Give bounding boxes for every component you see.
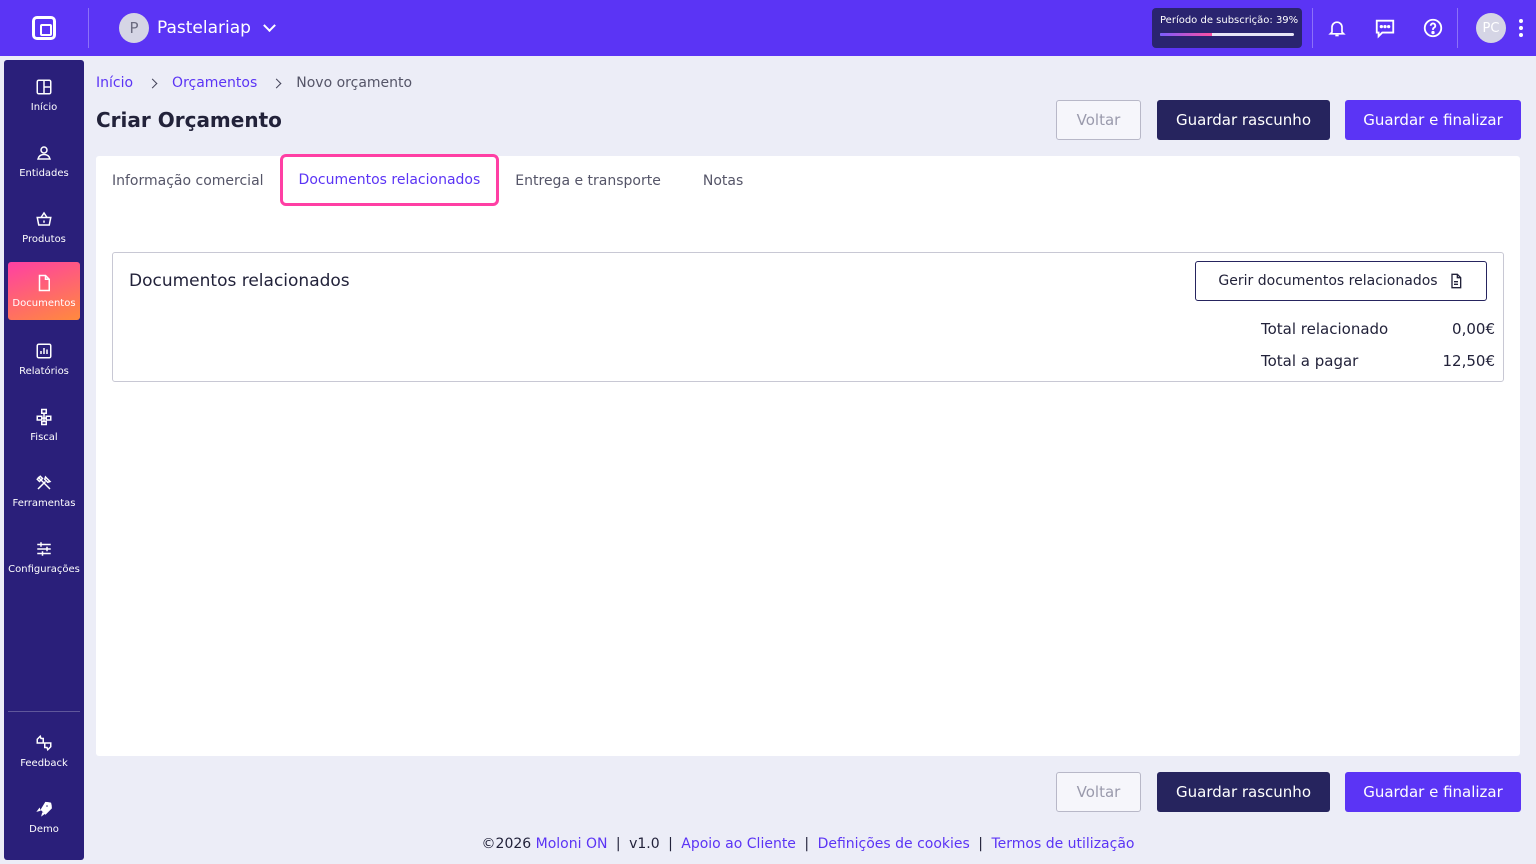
sidebar-item-label: Configurações bbox=[8, 563, 80, 575]
sidebar-item-label: Entidades bbox=[19, 167, 69, 179]
chevron-down-icon bbox=[263, 18, 276, 32]
bell-icon[interactable] bbox=[1313, 0, 1361, 56]
total-to-pay-label: Total a pagar bbox=[1261, 352, 1359, 370]
chart-icon bbox=[36, 343, 52, 358]
rocket-icon bbox=[36, 801, 52, 817]
sidebar-item-label: Documentos bbox=[12, 297, 76, 309]
sliders-icon bbox=[37, 541, 51, 556]
total-related-label: Total relacionado bbox=[1261, 320, 1389, 338]
grid-icon bbox=[36, 79, 52, 94]
breadcrumb-home[interactable]: Início bbox=[96, 75, 133, 91]
footer-separator: | bbox=[615, 836, 621, 852]
kebab-menu-icon[interactable] bbox=[1506, 0, 1536, 56]
save-draft-button[interactable]: Guardar rascunho bbox=[1157, 100, 1330, 140]
sidebar-divider bbox=[8, 711, 80, 712]
sidebar-item-entidades[interactable]: Entidades bbox=[8, 132, 80, 190]
sidebar-item-configuracoes[interactable]: Configurações bbox=[8, 528, 80, 586]
subscription-progress-bar bbox=[1160, 33, 1294, 36]
footer-brand-link[interactable]: Moloni ON bbox=[536, 836, 608, 852]
user-avatar[interactable]: PC bbox=[1476, 13, 1506, 43]
company-avatar: P bbox=[119, 13, 149, 43]
tools-icon bbox=[36, 474, 52, 490]
main-card: Informação comercial Documentos relacion… bbox=[96, 154, 1520, 756]
tab-bar: Informação comercial Documentos relacion… bbox=[96, 154, 759, 206]
save-finalize-button[interactable]: Guardar e finalizar bbox=[1345, 100, 1521, 140]
sidebar-item-label: Fiscal bbox=[30, 431, 58, 443]
chevron-right-icon bbox=[271, 78, 282, 88]
sidebar-item-fiscal[interactable]: Fiscal bbox=[8, 396, 80, 454]
subscription-label: Período de subscrição: 39% bbox=[1160, 15, 1299, 26]
sidebar-item-feedback[interactable]: Feedback bbox=[8, 722, 80, 780]
user-icon bbox=[37, 145, 51, 160]
sidebar-item-produtos[interactable]: Produtos bbox=[8, 198, 80, 256]
manage-button-label: Gerir documentos relacionados bbox=[1218, 273, 1438, 289]
chat-icon[interactable] bbox=[1361, 0, 1409, 56]
sidebar-item-label: Feedback bbox=[20, 757, 68, 769]
file-text-icon bbox=[1450, 273, 1461, 289]
subscription-progress-fill bbox=[1160, 33, 1213, 36]
total-related-value: 0,00€ bbox=[1452, 320, 1495, 338]
footer: ©2026 Moloni ON | v1.0 | Apoio ao Client… bbox=[80, 836, 1536, 852]
sidebar-item-label: Relatórios bbox=[19, 365, 69, 377]
sidebar-item-documentos[interactable]: Documentos bbox=[8, 262, 80, 320]
breadcrumb-current: Novo orçamento bbox=[296, 75, 413, 91]
top-bar: P Pastelariap Período de subscrição: 39%… bbox=[0, 0, 1536, 56]
back-button-bottom[interactable]: Voltar bbox=[1056, 772, 1141, 812]
total-to-pay-value: 12,50€ bbox=[1442, 352, 1496, 370]
company-name: Pastelariap bbox=[157, 18, 251, 38]
subscription-period[interactable]: Período de subscrição: 39% bbox=[1152, 8, 1302, 48]
footer-cookies-link[interactable]: Definições de cookies bbox=[818, 836, 970, 852]
moloni-logo-icon[interactable] bbox=[0, 0, 88, 56]
related-documents-title: Documentos relacionados bbox=[129, 271, 350, 291]
tab-informacao-comercial[interactable]: Informação comercial bbox=[96, 156, 280, 206]
hierarchy-icon bbox=[36, 408, 52, 425]
tab-notas[interactable]: Notas bbox=[687, 156, 759, 206]
sidebar-item-label: Demo bbox=[29, 823, 59, 835]
save-draft-button-bottom[interactable]: Guardar rascunho bbox=[1157, 772, 1330, 812]
sidebar-item-demo[interactable]: Demo bbox=[8, 788, 80, 846]
top-divider bbox=[88, 8, 89, 48]
sidebar-item-label: Início bbox=[30, 101, 58, 113]
tab-entrega-transporte[interactable]: Entrega e transporte bbox=[499, 156, 677, 206]
sidebar-item-label: Produtos bbox=[22, 233, 66, 245]
document-icon bbox=[38, 274, 50, 291]
footer-terms-link[interactable]: Termos de utilização bbox=[991, 836, 1134, 852]
footer-copyright: ©2026 bbox=[481, 836, 532, 852]
help-icon[interactable] bbox=[1409, 0, 1457, 56]
tab-documentos-relacionados[interactable]: Documentos relacionados bbox=[279, 154, 500, 206]
back-button[interactable]: Voltar bbox=[1056, 100, 1141, 140]
breadcrumb-section[interactable]: Orçamentos bbox=[172, 75, 257, 91]
footer-separator: | bbox=[978, 836, 984, 852]
save-finalize-button-bottom[interactable]: Guardar e finalizar bbox=[1345, 772, 1521, 812]
sidebar-item-label: Ferramentas bbox=[12, 497, 76, 509]
top-divider bbox=[1457, 8, 1458, 48]
company-selector[interactable]: P Pastelariap bbox=[119, 13, 276, 43]
feedback-icon bbox=[36, 734, 52, 751]
chevron-right-icon bbox=[147, 78, 158, 88]
manage-related-documents-button[interactable]: Gerir documentos relacionados bbox=[1195, 261, 1487, 301]
footer-support-link[interactable]: Apoio ao Cliente bbox=[681, 836, 796, 852]
basket-icon bbox=[36, 211, 52, 226]
footer-separator: | bbox=[804, 836, 810, 852]
related-documents-panel: Documentos relacionados Gerir documentos… bbox=[112, 252, 1504, 382]
sidebar-item-relatorios[interactable]: Relatórios bbox=[8, 330, 80, 388]
footer-version: v1.0 bbox=[629, 836, 660, 852]
footer-separator: | bbox=[668, 836, 673, 852]
sidebar-item-ferramentas[interactable]: Ferramentas bbox=[8, 462, 80, 520]
sidebar: Início Entidades Produtos Documentos Rel… bbox=[4, 60, 84, 860]
page-title: Criar Orçamento bbox=[96, 108, 282, 132]
breadcrumb: Início Orçamentos Novo orçamento bbox=[96, 75, 412, 91]
sidebar-item-inicio[interactable]: Início bbox=[8, 66, 80, 124]
